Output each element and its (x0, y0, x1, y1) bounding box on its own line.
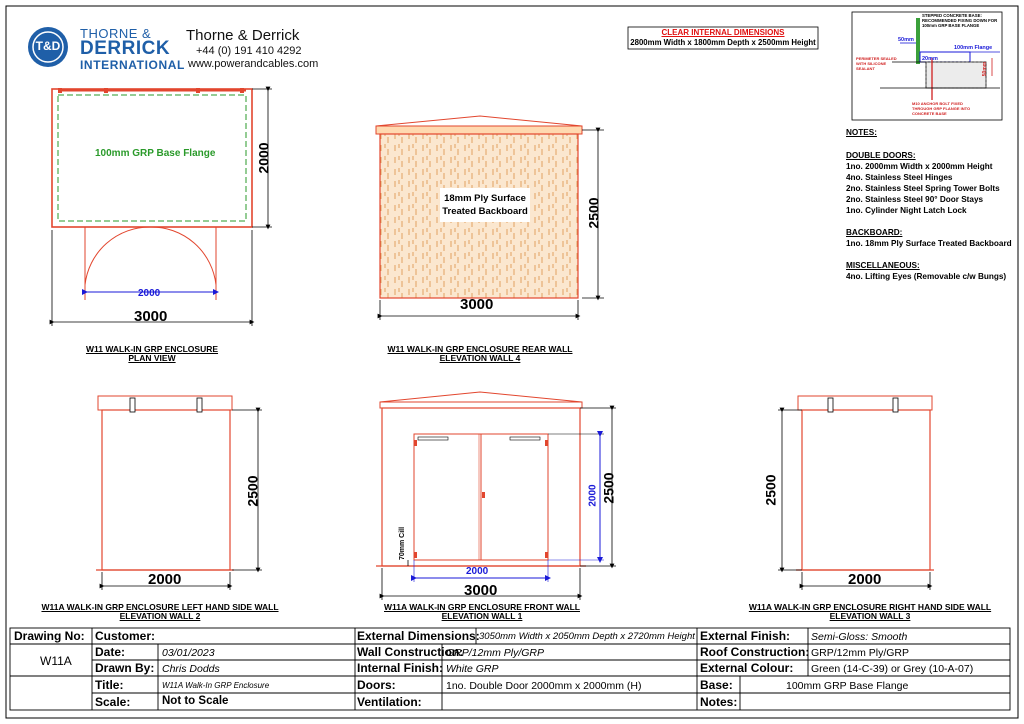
plan-dim-width: 3000 (134, 308, 168, 325)
tb-ext-dims-label: External Dimensions: (357, 629, 480, 643)
tb-vent-label: Ventilation: (357, 695, 422, 709)
rear-caption-2: ELEVATION WALL 4 (439, 353, 521, 363)
detail-dim-50b: 50mm (982, 61, 989, 77)
detail-dim-50: 50mm (898, 37, 914, 43)
front-dim-width: 3000 (464, 582, 498, 599)
plan-flange-label: 100mm GRP Base Flange (95, 148, 216, 159)
tb-title: W11A Walk-In GRP Enclosure (162, 681, 270, 690)
front-dim-height: 2500 (600, 472, 617, 504)
notes-backboard-line: 1no. 18mm Ply Surface Treated Backboard (846, 239, 1012, 248)
tb-int-finish-label: Internal Finish: (357, 661, 444, 675)
tb-ext-colour-label: External Colour: (700, 661, 794, 675)
tb-notes-label: Notes: (700, 695, 738, 709)
tb-title-label: Title: (95, 678, 124, 692)
front-dim-cill: 70mm Cill (399, 526, 407, 561)
front-dim-door-h: 2000 (587, 484, 599, 507)
notes-door-line: 2no. Stainless Steel 90° Door Stays (846, 195, 984, 204)
rear-board-label-1: 18mm Ply Surface (444, 193, 526, 204)
company-phone: +44 (0) 191 410 4292 (196, 45, 302, 57)
tb-int-finish: White GRP (446, 663, 499, 675)
detail-dim-flange: 100mm Flange (954, 45, 993, 51)
notes-door-line: 1no. Cylinder Night Latch Lock (846, 206, 967, 215)
tb-doors-label: Doors: (357, 678, 396, 692)
tb-ext-dims: 3050mm Width x 2050mm Depth x 2720mm Hei… (479, 631, 695, 642)
detail-dim-20: 20mm (922, 56, 938, 62)
tb-base-label: Base: (700, 678, 733, 692)
tb-doors: 1no. Double Door 2000mm x 2000mm (H) (446, 680, 642, 692)
detail-perimeter: PERIMETER SEALED WITH SILICONE SEALANT (856, 56, 897, 71)
left-elevation (96, 395, 262, 590)
tb-scale: Not to Scale (162, 695, 229, 707)
clear-dims-value: 2800mm Width x 1800mm Depth x 2500mm Hei… (630, 38, 816, 47)
logo-line-2: DERRICK (80, 38, 171, 59)
right-dim-width: 2000 (848, 571, 882, 588)
tb-customer-label: Customer: (95, 629, 156, 643)
tb-base: 100mm GRP Base Flange (786, 680, 909, 692)
right-dim-height: 2500 (762, 474, 779, 506)
logo-badge-text: T&D (35, 39, 61, 53)
notes-misc-line: 4no. Lifting Eyes (Removable c/w Bungs) (846, 272, 1007, 281)
left-dim-height: 2500 (244, 475, 261, 507)
detail-title: STEPPED CONCRETE BASE: RECOMMENDED FIXIN… (922, 13, 998, 28)
front-elevation (376, 391, 616, 600)
notes-misc-title: MISCELLANEOUS: (846, 261, 920, 270)
tb-ext-colour: Green (14-C-39) or Grey (10-A-07) (811, 663, 974, 675)
plan-caption-2: PLAN VIEW (128, 353, 176, 363)
tb-date: 03/01/2023 (162, 647, 215, 659)
left-caption-2: ELEVATION WALL 2 (119, 611, 201, 621)
tb-scale-label: Scale: (95, 695, 131, 709)
rear-dim-width: 3000 (460, 296, 494, 313)
left-dim-width: 2000 (148, 571, 182, 588)
detail-anchor: M10 ANCHOR BOLT FIXED THROUGH GRP FLANGE… (912, 101, 971, 116)
tb-roof: GRP/12mm Ply/GRP (811, 647, 910, 659)
tb-drawing-no-label: Drawing No: (14, 629, 85, 643)
rear-board-label-2: Treated Backboard (442, 206, 528, 217)
front-caption-2: ELEVATION WALL 1 (441, 611, 523, 621)
tb-roof-label: Roof Construction: (700, 645, 810, 659)
front-dim-door-w: 2000 (466, 566, 489, 577)
plan-dim-depth: 2000 (255, 142, 272, 174)
rear-dim-height: 2500 (585, 197, 602, 229)
tb-ext-finish-label: External Finish: (700, 629, 791, 643)
tb-date-label: Date: (95, 645, 126, 659)
tb-ext-finish: Semi-Gloss: Smooth (811, 631, 908, 643)
tb-drawn-by-label: Drawn By: (95, 661, 155, 675)
right-caption-2: ELEVATION WALL 3 (829, 611, 911, 621)
tb-drawn-by: Chris Dodds (162, 663, 220, 675)
company-name: Thorne & Derrick (186, 27, 300, 44)
tb-drawing-no: W11A (40, 654, 72, 668)
notes-backboard-title: BACKBOARD: (846, 228, 903, 237)
logo-line-3: INTERNATIONAL (80, 58, 185, 72)
notes-door-line: 2no. Stainless Steel Spring Tower Bolts (846, 184, 1000, 193)
plan-dim-door: 2000 (138, 288, 161, 299)
tb-wall: GRP/12mm Ply/GRP (446, 647, 545, 659)
clear-dims-title: CLEAR INTERNAL DIMENSIONS (661, 28, 785, 37)
right-elevation (778, 395, 934, 590)
rear-elevation (375, 115, 604, 320)
company-website: www.powerandcables.com (188, 58, 319, 70)
notes-door-line: 1no. 2000mm Width x 2000mm Height (846, 162, 993, 171)
notes-doors-title: DOUBLE DOORS: (846, 151, 916, 160)
notes-title: NOTES: (846, 128, 877, 137)
notes-door-line: 4no. Stainless Steel Hinges (846, 173, 953, 182)
plan-view (49, 86, 272, 326)
